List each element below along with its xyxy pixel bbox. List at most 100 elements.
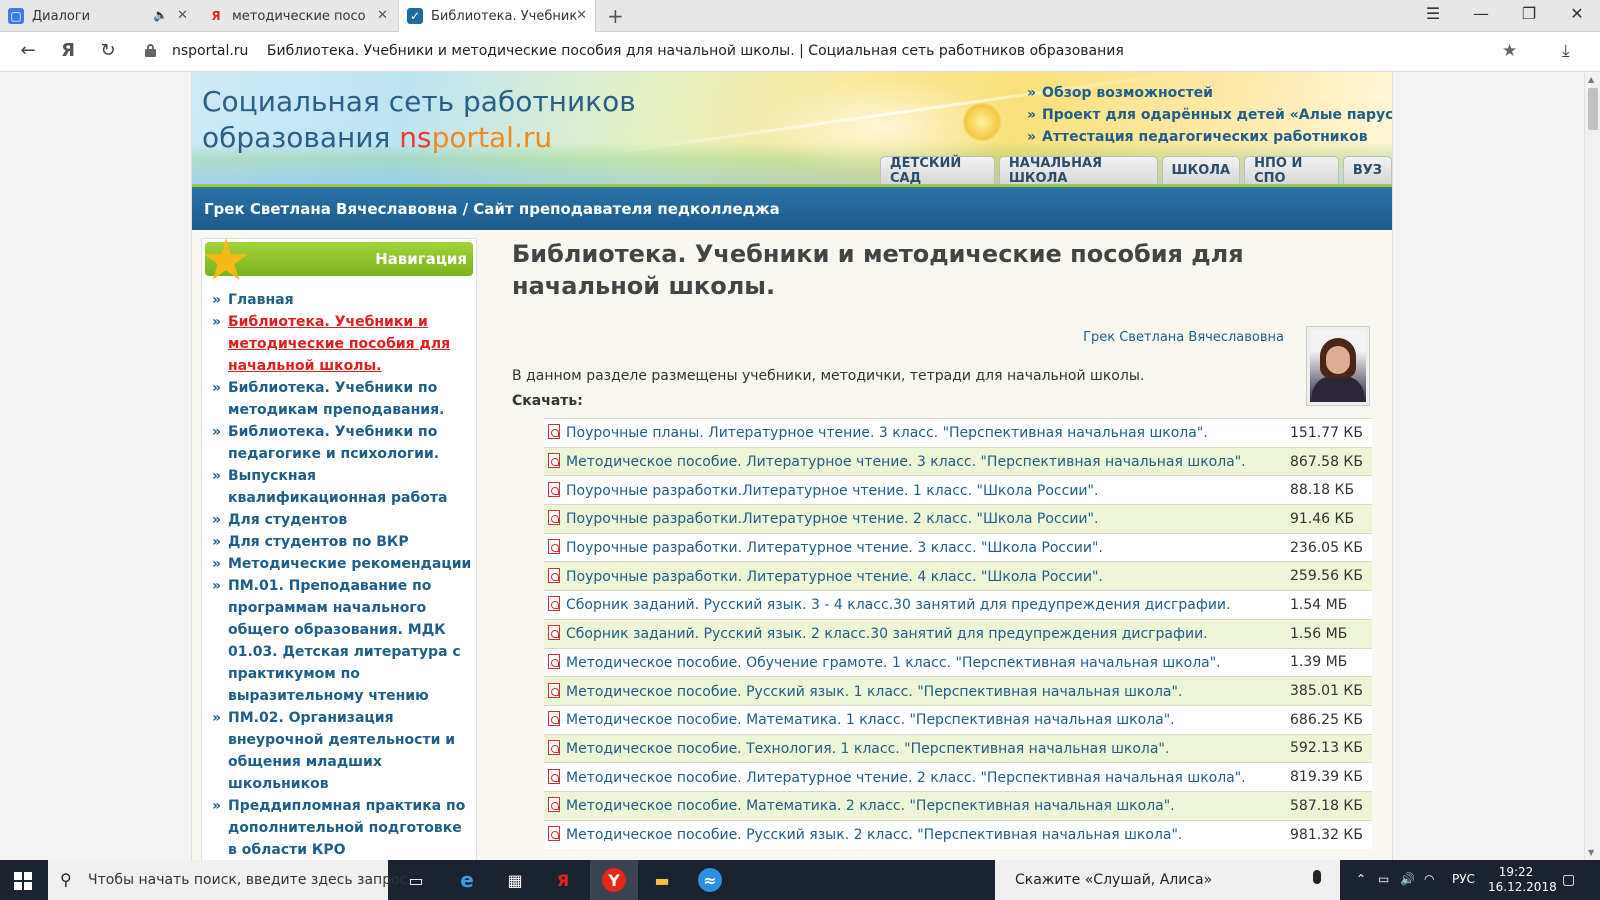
download-icon[interactable]: ⤓ (1562, 41, 1570, 61)
file-link[interactable]: Методическое пособие. Технология. 1 клас… (544, 733, 1290, 763)
top-link-features[interactable]: » Обзор возможностей (1027, 82, 1392, 104)
tab-university[interactable]: ВУЗ (1342, 156, 1392, 184)
top-link-project[interactable]: » Проект для одарённых детей «Алые паруса… (1027, 104, 1392, 126)
url-domain: nsportal.ru (172, 43, 249, 59)
clock[interactable]: 19:22 16.12.2018 (1488, 865, 1557, 895)
bullet-icon: » (212, 534, 222, 550)
file-link[interactable]: Методическое пособие. Литературное чтени… (544, 446, 1290, 476)
new-tab-button[interactable]: + (607, 4, 624, 28)
battery-icon[interactable]: ▭ (1378, 872, 1389, 886)
sidebar-item[interactable]: » Библиотека. Учебники по педагогике и пс… (212, 421, 474, 465)
owner-site-link[interactable]: Грек Светлана Вячеславовна / Сайт препод… (204, 200, 780, 218)
windows-start-icon[interactable] (14, 872, 32, 890)
close-icon[interactable]: ✕ (377, 8, 388, 23)
file-link[interactable]: Поурочные разработки. Литературное чтени… (544, 561, 1290, 591)
task-view-icon[interactable]: ▭ (404, 868, 428, 892)
file-explorer-icon[interactable]: ▬ (650, 868, 674, 892)
tab-kindergarten[interactable]: ДЕТСКИЙ САД (880, 156, 995, 184)
file-link[interactable]: Поурочные разработки. Литературное чтени… (544, 532, 1290, 562)
file-link[interactable]: Методическое пособие. Математика. 1 клас… (544, 704, 1290, 735)
author-link[interactable]: Грек Светлана Вячеславовна (1083, 330, 1284, 345)
file-link[interactable]: Методическое пособие. Русский язык. 2 кл… (544, 819, 1290, 849)
file-link[interactable]: Методическое пособие. Русский язык. 1 кл… (544, 676, 1290, 706)
sidebar-item[interactable]: » Библиотека. Учебники по методикам препо… (212, 377, 474, 421)
bookmark-star-icon[interactable]: ★ (1502, 41, 1517, 61)
microphone-icon[interactable] (1313, 870, 1321, 884)
speaker-icon[interactable]: 🔈 (153, 8, 168, 22)
tab-dialogs[interactable]: ▢ Диалоги 🔈 ✕ (0, 0, 196, 32)
notifications-icon[interactable]: ▢ (1562, 872, 1575, 888)
sidebar-item[interactable]: » ПМ.02. Организация внеурочной деятельно… (212, 707, 474, 795)
site-title[interactable]: Социальная сеть работников образования n… (202, 84, 636, 156)
mail-app-icon[interactable]: ≈ (698, 868, 722, 892)
sidebar-item[interactable]: » Выпускная квалификационная работа (212, 465, 474, 509)
close-icon[interactable]: ✕ (576, 8, 587, 23)
section-description: В данном разделе размещены учебники, мет… (512, 368, 1145, 384)
top-link-certification[interactable]: » Аттестация педагогических работников (1027, 126, 1392, 148)
minimize-icon[interactable]: — (1466, 4, 1496, 23)
site-container: Социальная сеть работников образования n… (191, 72, 1393, 860)
tab-npo-spo[interactable]: НПО И СПО (1244, 156, 1339, 184)
file-link[interactable]: Поурочные разработки.Литературное чтение… (544, 504, 1290, 534)
file-size: 819.39 КБ (1290, 762, 1372, 792)
bullet-icon: » (212, 424, 222, 440)
table-row: Методическое пособие. Литературное чтени… (544, 762, 1372, 792)
tab-title: Диалоги (32, 8, 91, 24)
sidebar-item-label: Библиотека. Учебники и методические посо… (228, 314, 451, 374)
sidebar-item[interactable]: » Преддипломная практика по дополнительно… (212, 795, 474, 860)
sidebar-item[interactable]: » Для студентов по ВКР (212, 531, 474, 553)
bullet-icon: » (212, 380, 222, 396)
tray-expand-icon[interactable]: ⌃ (1356, 872, 1366, 886)
table-row: Методическое пособие. Технология. 1 клас… (544, 733, 1372, 763)
tab-search[interactable]: Я методические посо ✕ (200, 0, 396, 32)
sidebar-item[interactable]: » Методические рекомендации (212, 553, 474, 575)
yandex-home-icon[interactable]: Я (56, 40, 80, 61)
close-icon[interactable]: ✕ (177, 8, 188, 23)
page-scrollbar[interactable]: ▲ ▼ (1584, 72, 1600, 860)
menu-icon[interactable]: ☰ (1418, 4, 1448, 23)
close-window-icon[interactable]: ✕ (1562, 4, 1592, 23)
owner-bar: Грек Светлана Вячеславовна / Сайт препод… (192, 184, 1392, 230)
restore-icon[interactable]: ❐ (1514, 4, 1544, 23)
taskbar-search[interactable]: ⚲ Чтобы начать поиск, введите здесь запр… (48, 860, 407, 900)
file-link[interactable]: Поурочные разработки.Литературное чтение… (544, 475, 1290, 505)
volume-icon[interactable]: 🔊 (1400, 872, 1415, 886)
scroll-down-icon[interactable]: ▼ (1588, 848, 1594, 857)
download-label: Скачать: (512, 393, 583, 409)
file-name: Поурочные разработки. Литературное чтени… (566, 568, 1103, 585)
scroll-thumb[interactable] (1588, 88, 1598, 130)
store-icon[interactable]: ▦ (503, 868, 527, 892)
yandex-browser-icon[interactable]: Y (602, 868, 626, 892)
avatar[interactable] (1306, 326, 1370, 406)
sidebar-item[interactable]: » Главная (212, 289, 474, 311)
tab-primary-school[interactable]: НАЧАЛЬНАЯ ШКОЛА (998, 156, 1158, 184)
tab-library[interactable]: ✓ Библиотека. Учебник ✕ (398, 0, 596, 32)
page-title: Библиотека. Учебники и методические посо… (512, 240, 1244, 300)
file-link[interactable]: Сборник заданий. Русский язык. 2 класс.3… (544, 618, 1290, 648)
file-link[interactable]: Методическое пособие. Литературное чтени… (544, 762, 1290, 792)
file-link[interactable]: Сборник заданий. Русский язык. 3 - 4 кла… (544, 590, 1290, 620)
language-indicator[interactable]: РУС (1452, 872, 1475, 886)
url-field[interactable]: nsportal.ru Библиотека. Учебники и метод… (172, 43, 1124, 59)
file-link[interactable]: Методическое пособие. Обучение грамоте. … (544, 647, 1290, 677)
scroll-up-icon[interactable]: ▲ (1588, 75, 1594, 84)
site-header-banner: Социальная сеть работников образования n… (192, 72, 1392, 184)
sidebar-item[interactable]: » Библиотека. Учебники и методические пос… (212, 311, 474, 377)
pdf-file-icon (548, 424, 560, 440)
sidebar-item[interactable]: » Для студентов (212, 509, 474, 531)
file-size: 686.25 КБ (1290, 704, 1372, 735)
edge-icon[interactable]: e (455, 868, 479, 892)
sidebar-item-label: ПМ.02. Организация внеурочной деятельнос… (228, 710, 456, 792)
file-link[interactable]: Поурочные планы. Литературное чтение. 3 … (544, 418, 1290, 448)
yandex-app-icon[interactable]: Я (551, 868, 575, 892)
file-link[interactable]: Методическое пособие. Математика. 2 клас… (544, 790, 1290, 821)
file-name: Методическое пособие. Литературное чтени… (566, 454, 1246, 471)
tab-school[interactable]: ШКОЛА (1161, 156, 1241, 184)
bullet-icon: » (212, 556, 222, 572)
reload-icon[interactable]: ↻ (96, 40, 120, 61)
back-arrow-icon[interactable]: ← (16, 40, 40, 61)
bullet-icon: » (212, 314, 222, 330)
alice-voice-box[interactable]: Скажите «Слушай, Алиса» (995, 860, 1340, 900)
wifi-icon[interactable]: ◠ (1424, 872, 1434, 886)
sidebar-item[interactable]: » ПМ.01. Преподавание по программам начал… (212, 575, 474, 707)
